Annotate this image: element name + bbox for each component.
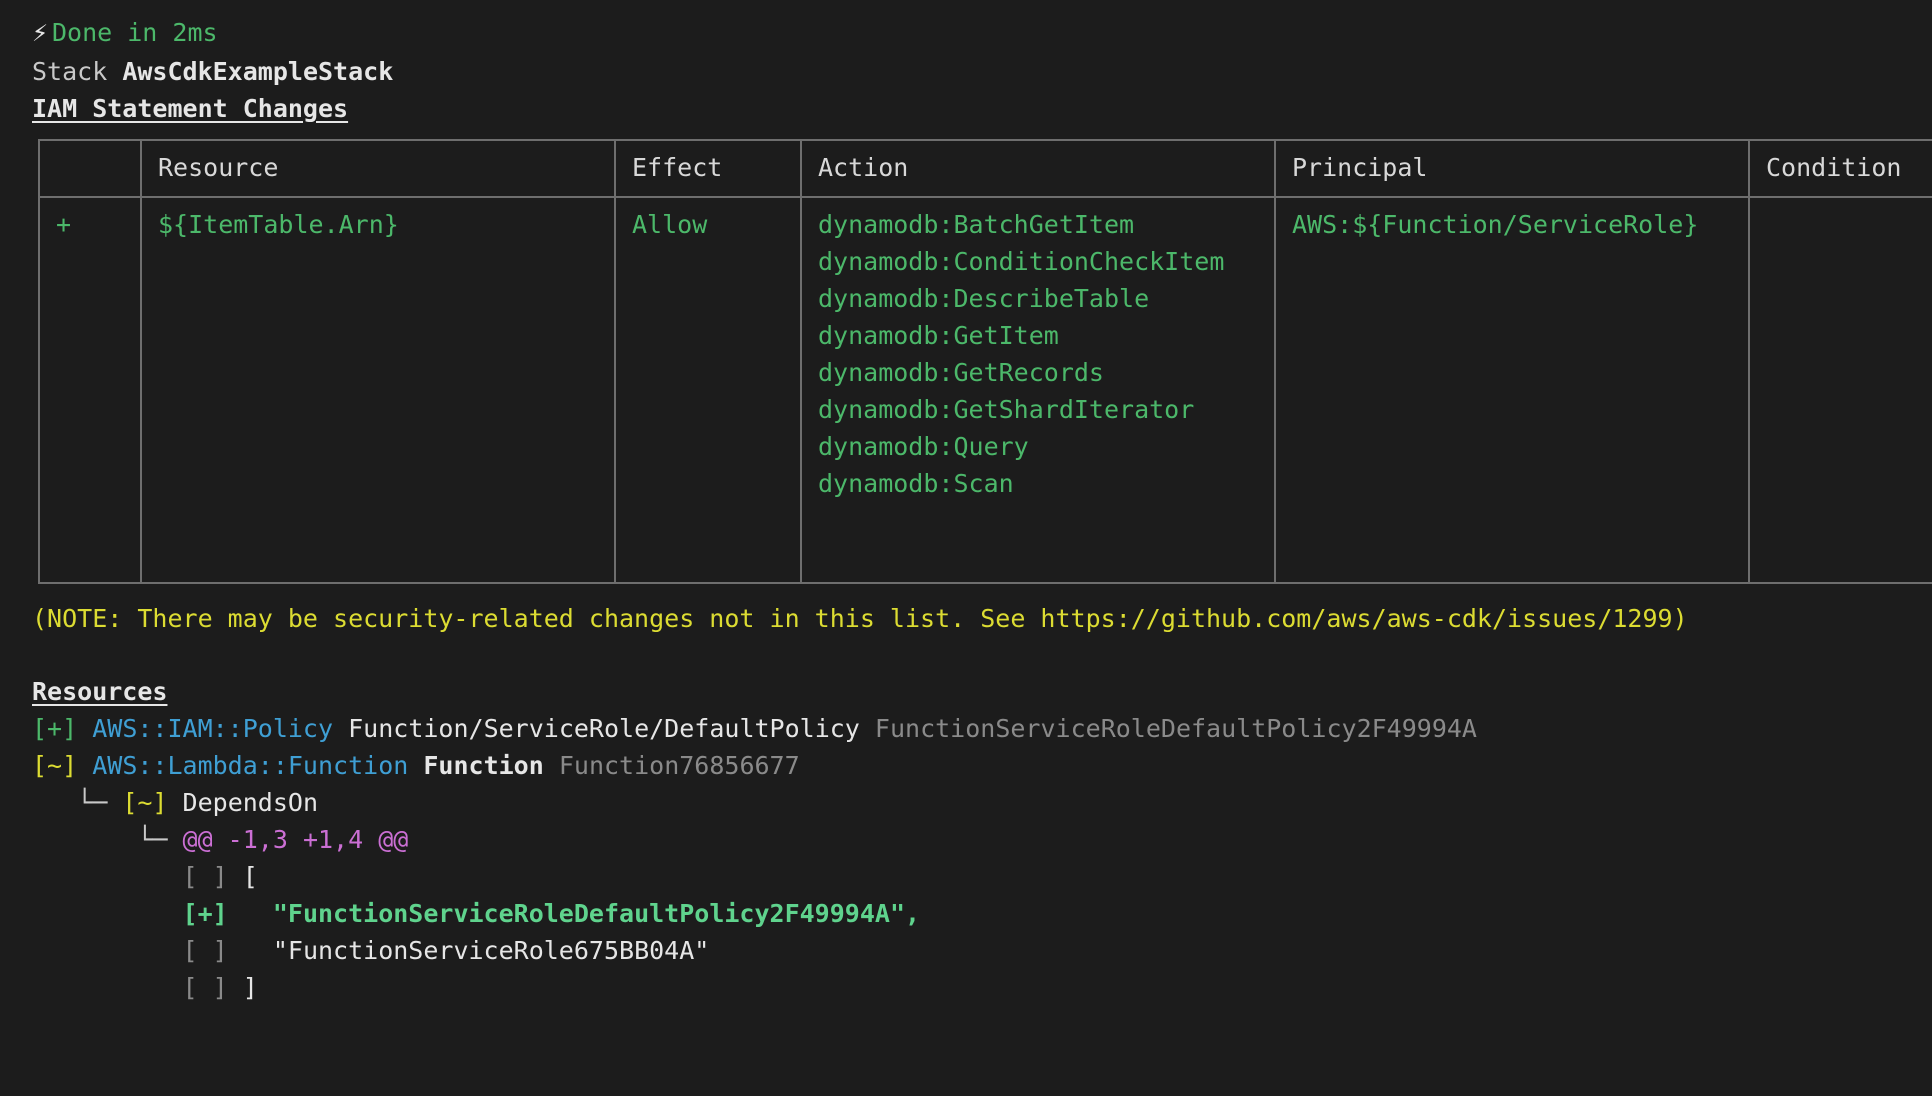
stack-label: Stack	[32, 57, 108, 86]
diff-hunk-header: @@ -1,3 +1,4 @@	[182, 825, 409, 854]
diff-text: "FunctionServiceRoleDefaultPolicy2F49994…	[242, 899, 921, 928]
stack-name: AwsCdkExampleStack	[122, 57, 394, 86]
change-marker-add: [+]	[32, 714, 78, 743]
diff-line-context: [ ] "FunctionServiceRole675BB04A"	[0, 932, 1932, 969]
diff-marker: [ ]	[182, 936, 228, 965]
change-marker-update: [~]	[122, 788, 168, 817]
resource-entry-function: [~] AWS::Lambda::Function Function Funct…	[0, 747, 1932, 784]
cell-condition	[1748, 196, 1932, 584]
resource-type: AWS::IAM::Policy	[92, 714, 334, 743]
lightning-bolt-icon: ⚡	[32, 21, 49, 47]
resource-logical-id: Function76856677	[558, 751, 800, 780]
cell-resource: ${ItemTable.Arn}	[140, 196, 616, 584]
diff-line-context: [ ] ]	[0, 969, 1932, 1006]
diff-text: [	[242, 862, 258, 891]
status-line: ⚡ Done in 2ms	[0, 14, 1932, 53]
resources-heading: Resources	[32, 677, 168, 706]
iam-statement-changes-table: Resource Effect Action Principal Conditi…	[38, 139, 1932, 584]
diff-line-added: [+] "FunctionServiceRoleDefaultPolicy2F4…	[0, 895, 1932, 932]
table-row: + ${ItemTable.Arn} Allow dynamodb:BatchG…	[38, 196, 1932, 584]
cell-effect: Allow	[614, 196, 802, 584]
column-header-principal: Principal	[1274, 139, 1750, 198]
iam-statement-changes-heading: IAM Statement Changes	[32, 94, 349, 123]
cell-action: dynamodb:BatchGetItem dynamodb:Condition…	[800, 196, 1276, 584]
diff-hunk-line: └─ @@ -1,3 +1,4 @@	[0, 821, 1932, 858]
resource-logical-id: FunctionServiceRoleDefaultPolicy2F49994A	[874, 714, 1477, 743]
status-text: Done in 2ms	[52, 18, 218, 47]
change-marker-update: [~]	[32, 751, 78, 780]
cell-sign: +	[38, 196, 142, 584]
resource-entry-policy: [+] AWS::IAM::Policy Function/ServiceRol…	[0, 710, 1932, 747]
security-note: (NOTE: There may be security-related cha…	[32, 604, 1688, 633]
cell-principal: AWS:${Function/ServiceRole}	[1274, 196, 1750, 584]
resource-type: AWS::Lambda::Function	[92, 751, 409, 780]
diff-marker: [ ]	[182, 973, 228, 1002]
dependson-child-line: └─ [~] DependsOn	[0, 784, 1932, 821]
diff-line-context: [ ] [	[0, 858, 1932, 895]
diff-text: ]	[242, 973, 258, 1002]
dependson-label: DependsOn	[182, 788, 319, 817]
diff-text: "FunctionServiceRole675BB04A"	[242, 936, 710, 965]
column-header-resource: Resource	[140, 139, 616, 198]
resource-path: Function	[423, 751, 544, 780]
column-header-effect: Effect	[614, 139, 802, 198]
resource-path: Function/ServiceRole/DefaultPolicy	[348, 714, 860, 743]
terminal-output: ⚡ Done in 2ms Stack AwsCdkExampleStack IA…	[0, 0, 1932, 1096]
table-header-row: Resource Effect Action Principal Conditi…	[38, 139, 1932, 198]
diff-marker: [ ]	[182, 862, 228, 891]
tree-branch-icon: └─	[77, 788, 108, 817]
column-header-condition: Condition	[1748, 139, 1932, 198]
diff-marker: [+]	[182, 899, 228, 928]
column-header-action: Action	[800, 139, 1276, 198]
stack-line: Stack AwsCdkExampleStack	[0, 53, 1932, 90]
column-header-sign	[38, 139, 142, 198]
tree-branch-icon: └─	[137, 825, 168, 854]
